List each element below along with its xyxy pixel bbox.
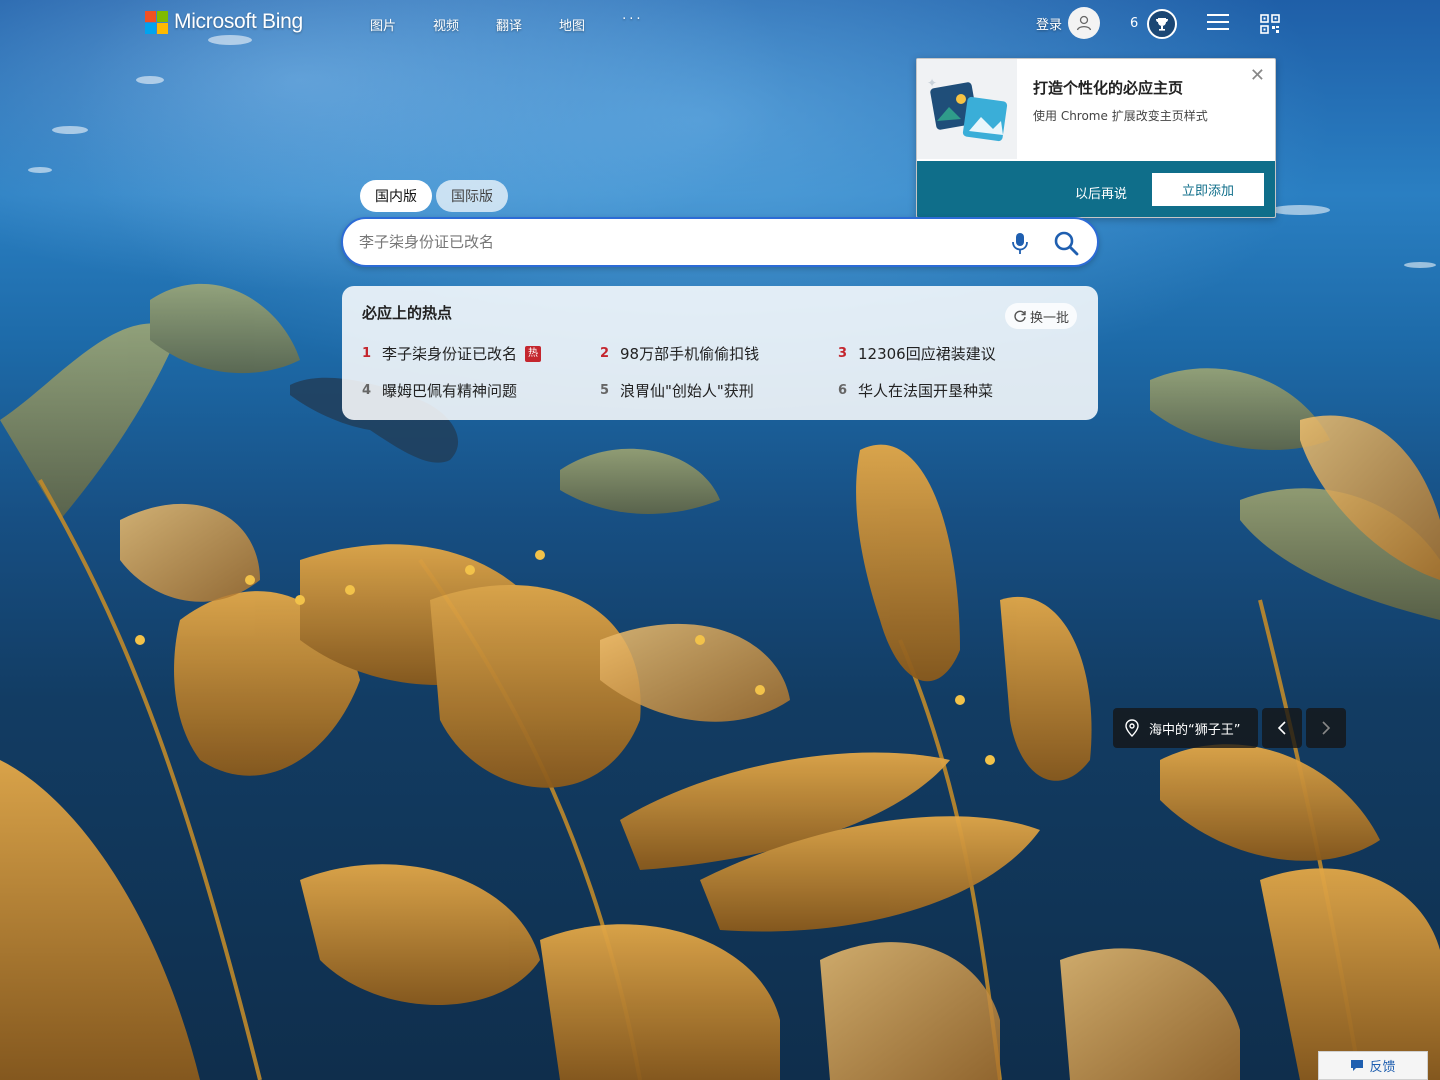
add-extension-button[interactable]: 立即添加	[1152, 173, 1264, 206]
image-caption: 海中的“狮子王”	[1149, 722, 1241, 738]
hot-topic-item[interactable]: 4 曝姆巴佩有精神问题	[362, 380, 517, 401]
nav-item-maps[interactable]: 地图	[559, 15, 585, 34]
microsoft-logo-icon	[145, 10, 168, 34]
rewards-points: 6	[1130, 16, 1139, 31]
rewards-button[interactable]	[1147, 9, 1177, 39]
hot-topics-panel: 必应上的热点 换一批 1 李子柒身份证已改名 热 2 98万部手机偷偷扣钱 3 …	[342, 286, 1098, 420]
location-pin-icon	[1125, 719, 1139, 737]
image-info-button[interactable]: 海中的“狮子王”	[1113, 708, 1258, 748]
microphone-icon[interactable]	[1009, 231, 1031, 255]
hot-topic-rank: 2	[600, 346, 610, 361]
hot-topic-rank: 4	[362, 383, 372, 398]
hot-topic-item[interactable]: 1 李子柒身份证已改名 热	[362, 343, 542, 364]
close-icon[interactable]: ✕	[1250, 65, 1265, 86]
hamburger-menu-icon[interactable]	[1207, 14, 1229, 32]
promo-illustration: ✦	[917, 59, 1017, 159]
nav-item-translate[interactable]: 翻译	[496, 15, 522, 34]
later-button[interactable]: 以后再说	[1075, 183, 1127, 202]
feedback-button[interactable]: 反馈	[1318, 1051, 1428, 1080]
hot-badge: 热	[525, 345, 542, 362]
refresh-icon	[1014, 310, 1026, 322]
chat-bubble-icon	[1351, 1060, 1364, 1071]
nav-item-videos[interactable]: 视频	[433, 15, 459, 34]
qr-code-icon[interactable]	[1260, 14, 1280, 34]
search-box	[341, 217, 1099, 267]
top-nav: 图片 视频 翻译 地图 ···	[370, 12, 680, 34]
brand-name: Microsoft Bing	[174, 10, 303, 33]
refresh-label: 换一批	[1030, 310, 1070, 326]
hot-topic-rank: 1	[362, 346, 372, 361]
svg-text:✦: ✦	[927, 76, 937, 90]
bing-logo[interactable]: Microsoft Bing	[145, 10, 303, 34]
promo-title: 打造个性化的必应主页	[1033, 79, 1184, 97]
hot-topic-text: 98万部手机偷偷扣钱	[620, 345, 760, 363]
avatar[interactable]	[1068, 7, 1100, 39]
chevron-right-icon	[1322, 721, 1331, 735]
tab-domestic[interactable]: 国内版	[360, 180, 432, 212]
hot-topic-item[interactable]: 2 98万部手机偷偷扣钱	[600, 343, 759, 364]
chevron-left-icon	[1277, 721, 1286, 735]
hot-topic-rank: 5	[600, 383, 610, 398]
hot-topic-text: 浪胃仙"创始人"获刑	[620, 382, 754, 400]
nav-item-images[interactable]: 图片	[370, 15, 396, 34]
hot-topic-item[interactable]: 6 华人在法国开垦种菜	[838, 380, 993, 401]
hot-topic-rank: 3	[838, 346, 848, 361]
hot-topic-text: 华人在法国开垦种菜	[858, 382, 994, 400]
extension-promo-card: ✦ 打造个性化的必应主页 使用 Chrome 扩展改变主页样式 ✕ 以后再说 立…	[916, 58, 1276, 218]
trophy-icon	[1156, 18, 1168, 31]
login-link[interactable]: 登录	[1036, 14, 1062, 33]
tab-international[interactable]: 国际版	[436, 180, 508, 212]
promo-subtitle: 使用 Chrome 扩展改变主页样式	[1033, 109, 1208, 123]
top-bar: Microsoft Bing 图片 视频 翻译 地图 ··· 登录 6	[0, 0, 1440, 46]
feedback-label: 反馈	[1369, 1060, 1396, 1075]
user-icon	[1076, 15, 1092, 31]
promo-footer: 以后再说 立即添加	[917, 161, 1275, 217]
hot-topic-text: 曝姆巴佩有精神问题	[382, 382, 518, 400]
hot-topic-text: 李子柒身份证已改名	[382, 345, 518, 363]
search-input[interactable]	[359, 219, 979, 265]
search-icon[interactable]	[1053, 230, 1079, 256]
previous-image-button[interactable]	[1262, 708, 1302, 748]
next-image-button[interactable]	[1306, 708, 1346, 748]
nav-more-button[interactable]: ···	[622, 12, 643, 34]
hot-topic-rank: 6	[838, 383, 848, 398]
hot-topic-item[interactable]: 3 12306回应裙装建议	[838, 343, 996, 364]
hot-topics-title: 必应上的热点	[362, 304, 453, 322]
hot-topic-text: 12306回应裙装建议	[858, 345, 996, 363]
refresh-button[interactable]: 换一批	[1005, 303, 1078, 329]
region-tabs: 国内版 国际版	[360, 180, 508, 212]
hot-topic-item[interactable]: 5 浪胃仙"创始人"获刑	[600, 380, 754, 401]
